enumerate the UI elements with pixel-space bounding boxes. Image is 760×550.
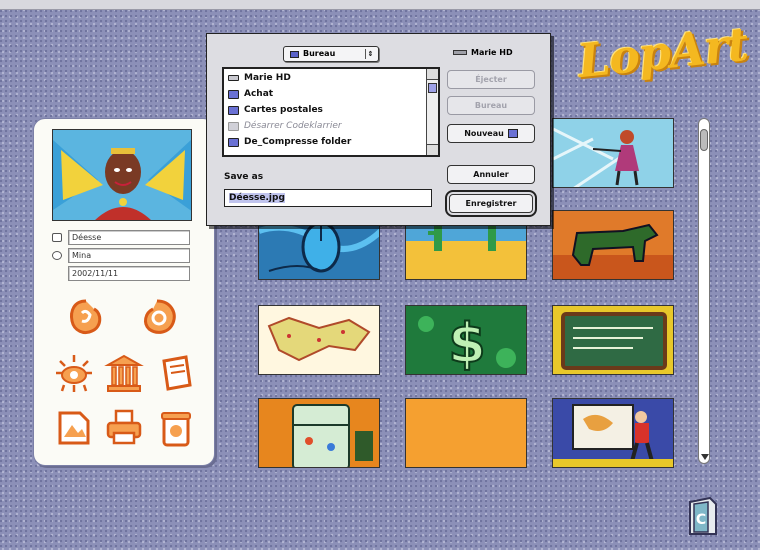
disk-name-label: Marie HD (471, 48, 513, 57)
folder-icon (228, 89, 239, 99)
title-icon (52, 233, 62, 242)
title-row: Déesse (52, 229, 190, 246)
scrollbar-thumb[interactable] (700, 129, 708, 151)
folder-icon (228, 105, 239, 115)
cancel-button[interactable]: Annuler (447, 165, 535, 184)
current-disk: Marie HD (453, 48, 513, 57)
hard-drive-icon (453, 50, 467, 55)
exit-door-icon[interactable]: C (686, 496, 720, 536)
file-list-item[interactable]: Cartes postales (228, 103, 323, 117)
trash-icon[interactable] (156, 407, 196, 447)
application-icon (228, 121, 239, 131)
scroll-down-arrow-icon[interactable] (701, 454, 709, 460)
file-list-item[interactable]: De_Compresse folder (228, 135, 351, 149)
title-field[interactable]: Déesse (68, 230, 190, 245)
file-list-item[interactable]: Marie HD (228, 71, 291, 85)
rotate-left-tool-icon[interactable] (64, 295, 108, 339)
rotate-right-tool-icon[interactable] (137, 295, 181, 339)
folder-popup-menu[interactable]: Bureau ⇕ (283, 46, 379, 62)
disk-icon (228, 75, 239, 81)
catalog-book-icon[interactable] (156, 353, 196, 393)
artist-icon (52, 251, 62, 260)
print-icon[interactable] (104, 407, 144, 447)
updown-arrows-icon: ⇕ (365, 49, 375, 59)
new-folder-label: Nouveau (464, 129, 504, 138)
file-list-item[interactable]: Achat (228, 87, 273, 101)
filename-value: Déesse.jpg (229, 193, 285, 203)
new-folder-button[interactable]: Nouveau (447, 124, 535, 143)
file-list-scrollbar[interactable] (426, 69, 438, 155)
museum-icon[interactable] (104, 353, 144, 393)
artwork-info-panel: Déesse Mina 2002/11/11 (33, 118, 215, 466)
thumbnail-chalkboard[interactable] (552, 305, 674, 375)
save-button[interactable]: Enregistrer (445, 190, 537, 217)
app-logo: LopArt (575, 16, 751, 89)
thumbnail-dog[interactable] (552, 210, 674, 280)
thumbnail-painter[interactable] (552, 398, 674, 468)
scroll-down-arrow-icon[interactable] (427, 144, 438, 155)
desktop-button[interactable]: Bureau (447, 96, 535, 115)
view-eye-icon[interactable] (54, 353, 94, 393)
folder-popup-label: Bureau (303, 49, 336, 58)
folder-icon (290, 50, 299, 58)
svg-text:$: $ (448, 312, 486, 375)
save-dialog: Bureau ⇕ Marie HD Marie HD Achat Cartes … (206, 33, 551, 226)
folder-icon (228, 137, 239, 147)
eject-button[interactable]: Éjecter (447, 70, 535, 89)
scroll-up-arrow-icon[interactable] (427, 69, 438, 80)
date-field[interactable]: 2002/11/11 (68, 266, 190, 281)
artist-row: Mina (52, 247, 190, 264)
tool-palette (42, 291, 208, 461)
filename-input[interactable]: Déesse.jpg (224, 189, 432, 207)
thumbnail-map[interactable] (258, 305, 380, 375)
file-list-item: Désarrer Codeklarrier (228, 119, 342, 133)
new-folder-icon (507, 129, 518, 138)
open-file-icon[interactable] (54, 407, 94, 447)
thumbnail-figure[interactable] (552, 118, 674, 188)
selected-artwork-preview (52, 129, 192, 221)
thumbnail-dollar[interactable]: $ (405, 305, 527, 375)
artist-field[interactable]: Mina (68, 248, 190, 263)
thumbnail-orange[interactable] (405, 398, 527, 468)
date-row: 2002/11/11 (52, 265, 190, 282)
gallery-scrollbar[interactable] (698, 118, 710, 464)
save-as-label: Save as (224, 172, 264, 182)
file-list-scroll-thumb[interactable] (428, 83, 437, 93)
menu-bar-edge (0, 0, 760, 10)
svg-text:C: C (696, 512, 706, 528)
file-list[interactable]: Marie HD Achat Cartes postales Désarrer … (222, 67, 440, 157)
thumbnail-fridge[interactable] (258, 398, 380, 468)
